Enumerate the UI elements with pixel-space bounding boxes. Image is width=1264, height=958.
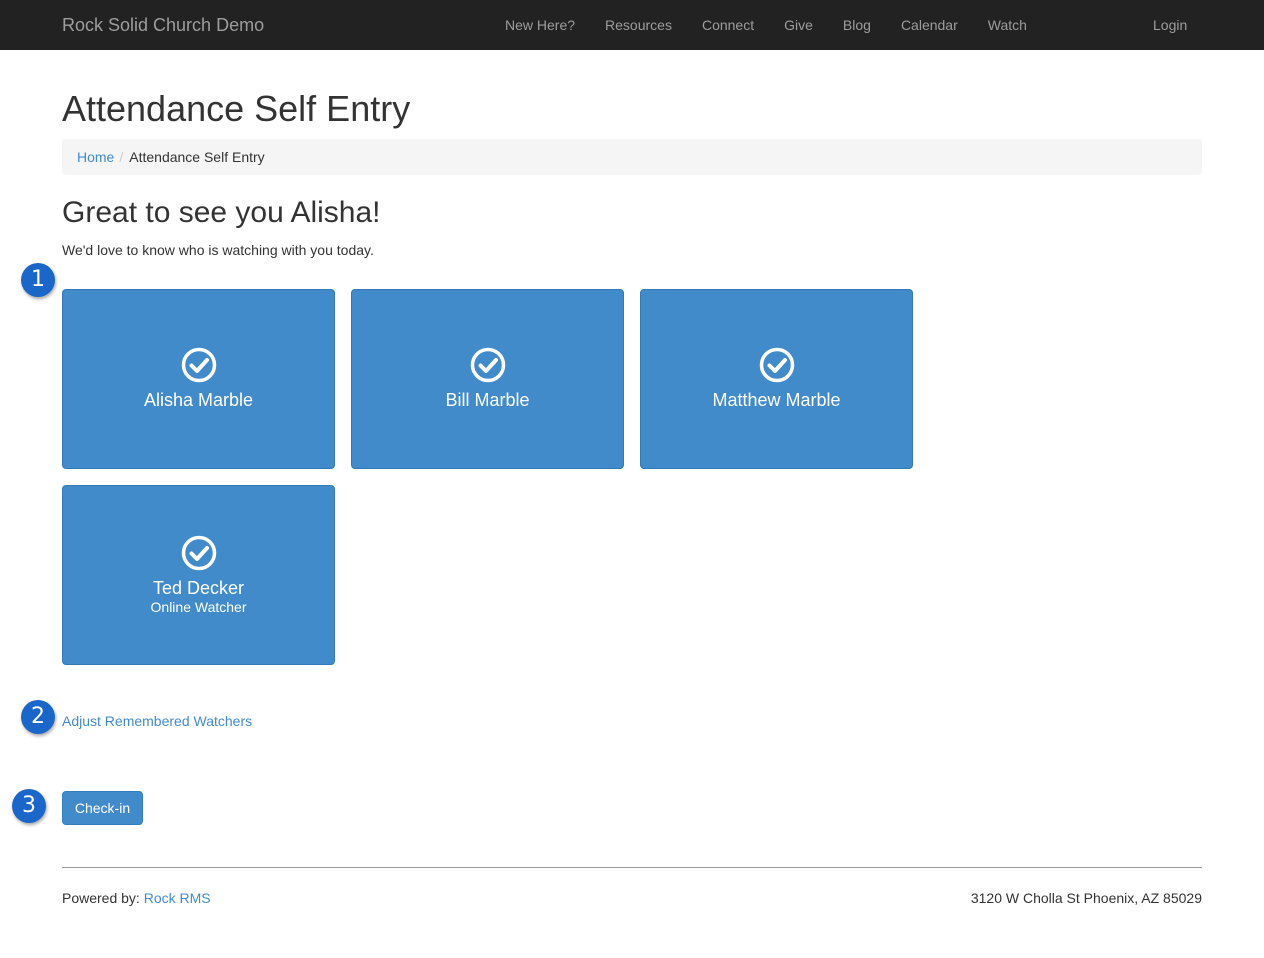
powered-by: Powered by: Rock RMS (62, 889, 211, 907)
watcher-name: Ted Decker (152, 578, 245, 598)
check-circle-icon (470, 347, 505, 383)
step-badge-2: 2 (21, 700, 55, 734)
breadcrumb-home-link[interactable]: Home (77, 149, 114, 165)
site-brand-link[interactable]: Rock Solid Church Demo (62, 14, 264, 36)
login-link[interactable]: Login (1153, 0, 1187, 50)
main-nav: New Here? Resources Connect Give Blog Ca… (490, 0, 1042, 50)
page-title: Attendance Self Entry (62, 88, 411, 129)
check-circle-icon (181, 347, 216, 383)
check-circle-icon (181, 535, 216, 571)
powered-by-label: Powered by: (62, 890, 140, 906)
breadcrumb-separator: / (119, 149, 124, 165)
nav-link-calendar[interactable]: Calendar (886, 0, 973, 50)
nav-link-give[interactable]: Give (769, 0, 828, 50)
nav-link-new-here[interactable]: New Here? (490, 0, 590, 50)
intro-text: We'd love to know who is watching with y… (62, 242, 374, 258)
watcher-tile-matthew-marble[interactable]: Matthew Marble (640, 289, 913, 469)
watcher-subtitle: Online Watcher (150, 599, 247, 615)
step-badge-1: 1 (21, 263, 55, 297)
rock-rms-link[interactable]: Rock RMS (144, 890, 211, 906)
nav-link-connect[interactable]: Connect (687, 0, 769, 50)
step-badge-3: 3 (12, 789, 46, 823)
church-address: 3120 W Cholla St Phoenix, AZ 85029 (970, 890, 1202, 906)
adjust-remembered-watchers-link[interactable]: Adjust Remembered Watchers (62, 712, 252, 730)
greeting-heading: Great to see you Alisha! (62, 196, 381, 229)
watcher-tile-bill-marble[interactable]: Bill Marble (351, 289, 624, 469)
top-navbar: Rock Solid Church Demo New Here? Resourc… (0, 0, 1264, 50)
watcher-tile-alisha-marble[interactable]: Alisha Marble (62, 289, 335, 469)
check-circle-icon (759, 347, 794, 383)
watcher-name: Bill Marble (445, 390, 530, 410)
nav-link-blog[interactable]: Blog (828, 0, 886, 50)
watcher-name: Alisha Marble (143, 390, 254, 410)
breadcrumb: Home / Attendance Self Entry (62, 139, 1202, 175)
watcher-name: Matthew Marble (712, 390, 841, 410)
watcher-tile-ted-decker[interactable]: Ted Decker Online Watcher (62, 485, 335, 665)
footer-divider (62, 867, 1202, 868)
breadcrumb-current: Attendance Self Entry (129, 149, 265, 165)
nav-link-watch[interactable]: Watch (973, 0, 1042, 50)
check-in-button[interactable]: Check-in (62, 791, 143, 825)
nav-link-resources[interactable]: Resources (590, 0, 687, 50)
